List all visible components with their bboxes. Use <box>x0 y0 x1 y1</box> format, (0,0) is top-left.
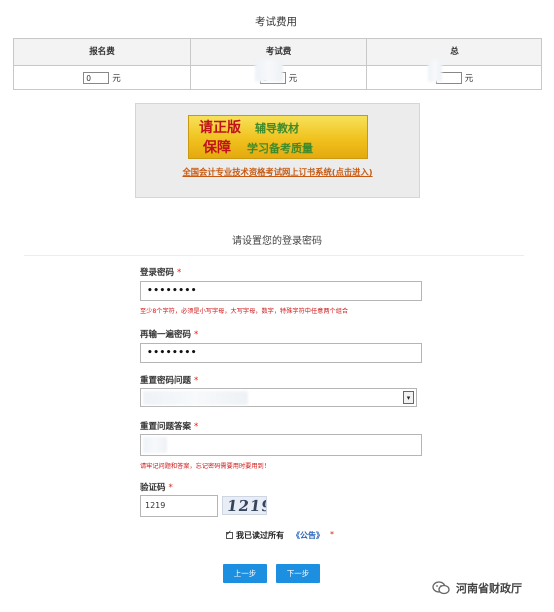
agreement-text: 我已读过所有 <box>236 531 284 540</box>
redaction-blur <box>255 60 283 82</box>
security-question-select[interactable]: ▾ <box>140 388 417 407</box>
banner-line2-green: 学习备考质量 <box>247 142 313 155</box>
registration-fee-cell: 0 元 <box>14 66 190 90</box>
prev-step-button[interactable]: 上一步 <box>223 564 267 583</box>
password-label: 登录密码 * <box>140 268 182 278</box>
header-registration-fee: 报名费 <box>89 47 115 57</box>
divider <box>24 255 524 256</box>
watermark-text: 河南省财政厅 <box>456 582 522 595</box>
redaction-blur <box>143 437 167 453</box>
captcha-image[interactable]: 1219 <box>222 496 267 515</box>
unit-label: 元 <box>288 74 298 84</box>
security-question-label: 重置密码问题 * <box>140 376 199 386</box>
total-fee-cell: 元 <box>367 66 542 90</box>
chevron-down-icon[interactable]: ▾ <box>403 391 414 404</box>
security-answer-field[interactable] <box>140 434 422 456</box>
agreement-row: 我已读过所有 《公告》 <box>226 529 324 541</box>
registration-fee-field[interactable]: 0 <box>83 72 110 84</box>
security-answer-label: 重置问题答案 * <box>140 422 199 432</box>
redaction-blur <box>428 60 442 82</box>
book-order-link[interactable]: 全国会计专业技术资格考试网上订书系统(点击进入) <box>136 166 419 178</box>
book-order-banner[interactable]: 请正版 辅导教材 保障 学习备考质量 全国会计专业技术资格考试网上订书系统(点击… <box>135 103 420 198</box>
exam-fee-title: 考试费用 <box>255 16 297 28</box>
redaction-blur <box>143 391 248 405</box>
unit-label: 元 <box>464 74 474 84</box>
banner-line1-green: 辅导教材 <box>255 122 299 135</box>
wechat-icon <box>432 581 450 595</box>
captcha-image-text: 1219 <box>225 497 267 515</box>
confirm-password-value: •••••••• <box>147 348 198 358</box>
banner-line2-red: 保障 <box>203 140 231 156</box>
confirm-password-label: 再输一遍密码 * <box>140 330 199 340</box>
banner-image[interactable]: 请正版 辅导教材 保障 学习备考质量 <box>188 115 368 159</box>
notice-link[interactable]: 《公告》 <box>292 530 324 541</box>
section-title: 请设置您的登录密码 <box>232 236 322 247</box>
captcha-field[interactable]: 1219 <box>140 495 218 517</box>
captcha-label: 验证码 * <box>140 483 173 493</box>
header-total: 总 <box>450 47 459 57</box>
password-value: •••••••• <box>147 286 198 296</box>
password-field[interactable]: •••••••• <box>140 281 422 301</box>
confirm-password-field[interactable]: •••••••• <box>140 343 422 363</box>
wechat-watermark: 河南省财政厅 <box>432 580 522 596</box>
unit-label: 元 <box>112 74 121 84</box>
next-step-button[interactable]: 下一步 <box>276 564 320 583</box>
answer-hint: 请牢记问题和答案，忘记密码需要用时要用到！ <box>140 463 270 470</box>
agreement-checkbox[interactable] <box>226 529 233 539</box>
banner-line1-red: 请正版 <box>199 120 241 136</box>
password-hint: 至少8个字符，必须是小写字母，大写字母，数字，特殊字符中任意两个组合 <box>140 308 349 315</box>
agreement-required-mark: * <box>330 530 334 539</box>
